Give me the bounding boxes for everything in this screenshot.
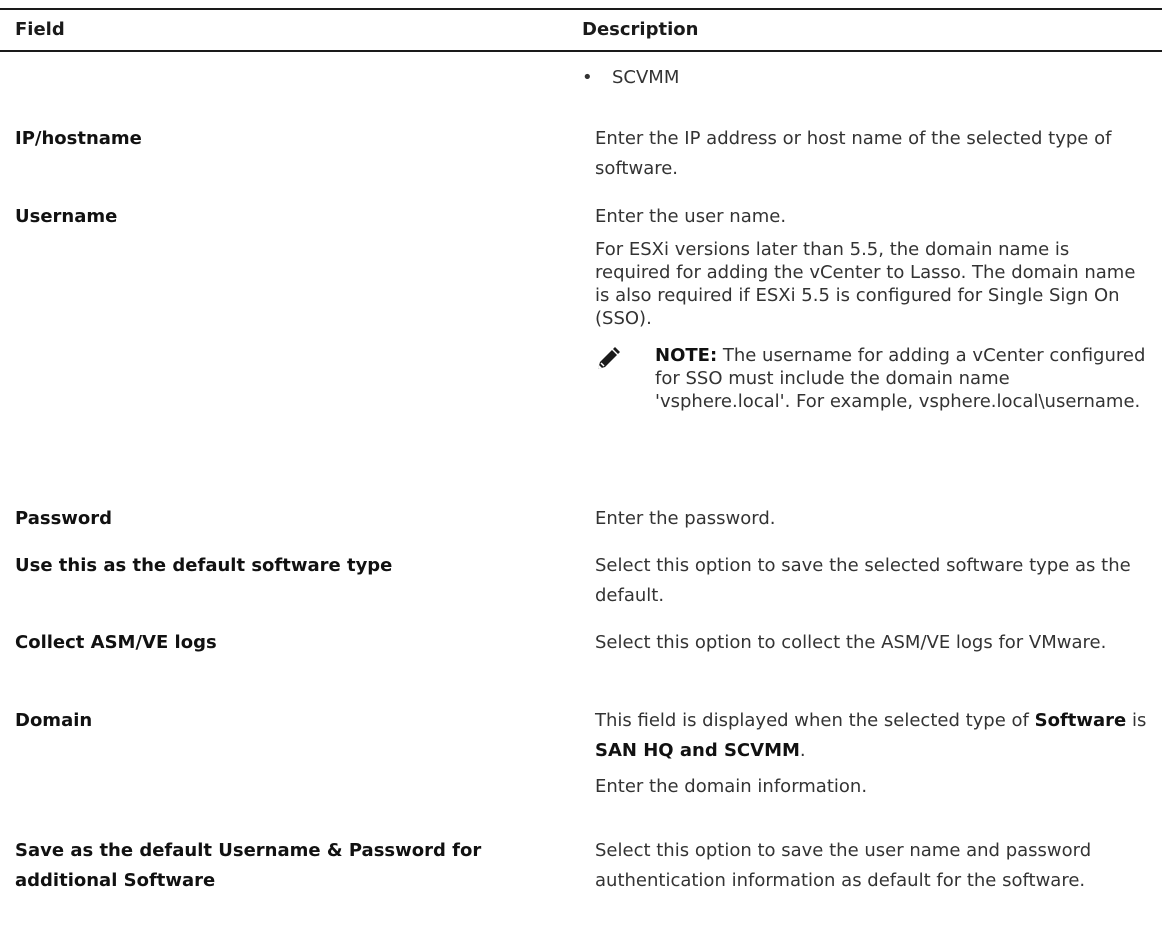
- header-rule: [0, 50, 1162, 52]
- software-emphasis: Software: [1034, 710, 1127, 731]
- field-cell: Collect ASM/VE logs: [15, 632, 217, 653]
- field-cell: Use this as the default software type: [15, 555, 393, 576]
- description-text: This field is displayed when the selecte…: [595, 706, 1150, 766]
- description-text-post: .: [799, 740, 806, 761]
- description-text-pre: This field is displayed when the selecte…: [595, 710, 1035, 731]
- column-header-description: Description: [582, 19, 699, 40]
- field-cell: Save as the default Username & Password …: [15, 840, 482, 891]
- description-cell: Enter the user name. For ESXi versions l…: [595, 202, 1150, 413]
- note-label: NOTE:: [655, 345, 718, 366]
- table-top-rule: [0, 8, 1162, 10]
- bullet-text: SCVMM: [612, 67, 680, 88]
- description-cell: Select this option to collect the ASM/VE…: [595, 628, 1150, 664]
- note-text: The username for adding a vCenter config…: [655, 345, 1146, 412]
- description-cell: This field is displayed when the selecte…: [595, 706, 1150, 808]
- description-text-mid: is: [1126, 710, 1147, 731]
- pencil-note-icon: [598, 347, 620, 369]
- description-cell: • SCVMM: [582, 63, 1137, 93]
- description-text: Select this option to save the user name…: [595, 840, 1092, 891]
- bullet-dot-icon: •: [582, 67, 593, 88]
- field-cell: Username: [15, 206, 118, 227]
- description-cell: Enter the IP address or host name of the…: [595, 124, 1150, 190]
- field-cell: IP/hostname: [15, 128, 142, 149]
- note-block: NOTE: The username for adding a vCenter …: [595, 344, 1150, 413]
- field-cell: Password: [15, 508, 113, 529]
- description-cell: Enter the password.: [595, 504, 1150, 540]
- field-cell: Domain: [15, 710, 93, 731]
- description-text: Enter the user name.: [595, 206, 787, 227]
- description-text: Select this option to collect the ASM/VE…: [595, 632, 1107, 653]
- description-cell: Select this option to save the selected …: [595, 551, 1150, 617]
- san-hq-scvmm-emphasis: SAN HQ and SCVMM: [595, 740, 800, 761]
- description-text: Enter the password.: [595, 508, 776, 529]
- description-text: Enter the IP address or host name of the…: [595, 128, 1112, 179]
- description-cell: Select this option to save the user name…: [595, 836, 1150, 902]
- description-text: Select this option to save the selected …: [595, 555, 1131, 606]
- column-header-field: Field: [15, 19, 65, 40]
- bullet-item: • SCVMM: [582, 63, 1137, 93]
- description-text-2: Enter the domain information.: [595, 776, 868, 797]
- description-text-2: For ESXi versions later than 5.5, the do…: [595, 239, 1136, 329]
